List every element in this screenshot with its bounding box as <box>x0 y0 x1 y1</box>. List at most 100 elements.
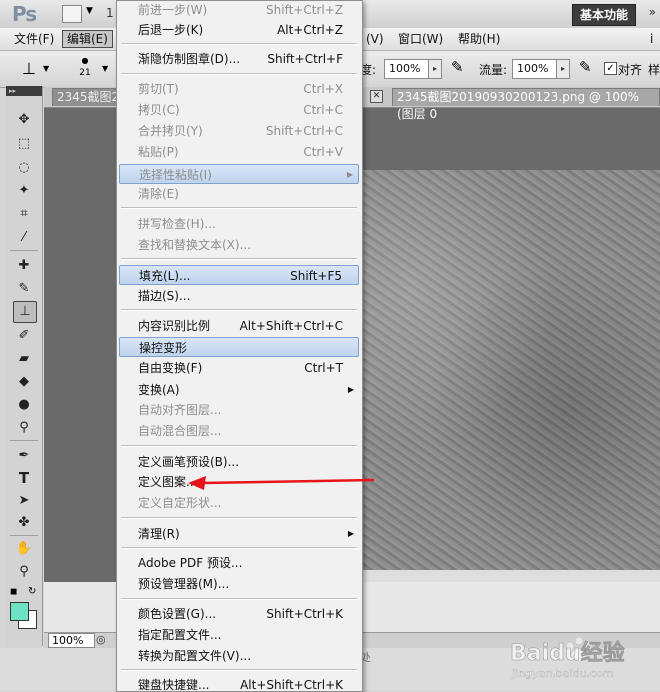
document-info-icon[interactable]: ◎ <box>96 633 106 646</box>
menu-separator <box>121 598 357 600</box>
workspace-switcher-button[interactable]: 基本功能 <box>571 4 636 26</box>
workspace-more-button[interactable]: » <box>649 5 656 19</box>
foreground-color-swatch[interactable] <box>10 602 29 621</box>
menu-item-label: 键盘快捷键... <box>138 678 210 690</box>
menu-item-auto-blend-layers[interactable]: 自动混合图层... <box>119 421 359 441</box>
menu-item-shortcut: Shift+Ctrl+C <box>265 124 343 138</box>
menu-item-puppet-warp[interactable]: 操控变形 <box>119 337 359 357</box>
menu-item-cut[interactable]: 剪切(T) Ctrl+X <box>119 79 359 99</box>
airbrush-pressure-icon[interactable]: ✎ <box>451 58 464 76</box>
blur-tool-icon[interactable]: ● <box>13 395 35 415</box>
menu-help[interactable]: 帮助(H) <box>454 31 504 47</box>
hand-tool-icon[interactable]: ✋ <box>13 539 35 559</box>
custom-shape-tool-icon[interactable]: ✤ <box>13 513 35 533</box>
menu-window[interactable]: 窗口(W) <box>394 31 447 47</box>
menu-item-convert-to-profile[interactable]: 转换为配置文件(V)... <box>119 646 359 666</box>
menu-item-label: 变换(A) <box>138 383 180 397</box>
path-selection-tool-icon[interactable]: ➤ <box>13 491 35 511</box>
pen-tool-icon[interactable]: ✒ <box>13 446 35 466</box>
dodge-tool-icon[interactable]: ⚲ <box>13 418 35 438</box>
chevron-down-icon[interactable]: ▼ <box>86 6 93 16</box>
sample-label: 样 <box>648 63 660 77</box>
clone-stamp-tool-preset-icon[interactable]: ⊥ <box>16 56 42 82</box>
clone-stamp-tool-icon[interactable]: ⊥ <box>13 301 37 323</box>
menu-item-paste-special[interactable]: 选择性粘贴(I) ▶ <box>119 164 359 184</box>
menu-item-label: 预设管理器(M)... <box>138 577 230 591</box>
menu-item-label: 转换为配置文件(V)... <box>138 649 252 663</box>
arrow-head <box>188 476 206 490</box>
menu-item-transform[interactable]: 变换(A) ▶ <box>119 380 359 400</box>
toolbox-collapse-handle[interactable]: ▸▸ <box>6 86 42 96</box>
menu-item-stroke[interactable]: 描边(S)... <box>119 286 359 306</box>
menu-item-copy-merged[interactable]: 合并拷贝(Y) Shift+Ctrl+C <box>119 121 359 141</box>
stone-texture-canvas[interactable] <box>350 170 660 570</box>
lasso-tool-icon[interactable]: ◌ <box>13 158 35 178</box>
flow-slider-button[interactable]: ▸ <box>556 59 570 79</box>
history-brush-tool-icon[interactable]: ✐ <box>13 326 35 346</box>
eyedropper-tool-icon[interactable]: ⁄ <box>13 228 35 248</box>
menu-item-check-spelling[interactable]: 拼写检查(H)... <box>119 214 359 234</box>
marquee-tool-icon[interactable]: ⬚ <box>13 134 35 154</box>
menu-edit[interactable]: 编辑(E) <box>62 30 113 48</box>
menu-view[interactable]: (V) <box>362 31 388 47</box>
type-tool-icon[interactable]: T <box>13 468 35 488</box>
chevron-down-icon[interactable]: ▼ <box>102 64 108 73</box>
brush-tip-icon: ● <box>81 56 89 65</box>
menu-item-preset-manager[interactable]: 预设管理器(M)... <box>119 574 359 594</box>
menu-item-step-backward[interactable]: 后退一步(K) Alt+Ctrl+Z <box>119 20 359 40</box>
menu-overflow[interactable]: i <box>646 31 657 47</box>
move-tool-icon[interactable]: ✥ <box>13 110 35 130</box>
menu-item-fill[interactable]: 填充(L)... Shift+F5 <box>119 265 359 285</box>
menu-separator <box>121 517 357 519</box>
paint-bucket-tool-icon[interactable]: ◆ <box>13 372 35 392</box>
opacity-slider-button[interactable]: ▸ <box>428 59 442 79</box>
flow-input[interactable]: 100% <box>512 59 558 79</box>
menu-item-paste[interactable]: 粘贴(P) Ctrl+V <box>119 142 359 162</box>
menu-item-content-aware-scale[interactable]: 内容识别比例 Alt+Shift+Ctrl+C <box>119 316 359 336</box>
menu-file[interactable]: 文件(F) <box>10 31 58 47</box>
swap-colors-icon[interactable]: ↻ <box>28 586 36 597</box>
menu-item-step-forward[interactable]: 前进一步(W) Shift+Ctrl+Z <box>119 0 359 20</box>
menu-item-label: 查找和替换文本(X)... <box>138 238 252 252</box>
close-icon[interactable]: ✕ <box>370 90 383 103</box>
arrow-shaft <box>201 478 375 485</box>
eraser-tool-icon[interactable]: ▰ <box>13 349 35 369</box>
menu-separator <box>121 258 357 260</box>
chevron-down-icon[interactable]: ▼ <box>43 64 49 73</box>
quick-selection-tool-icon[interactable]: ✦ <box>13 181 35 201</box>
brush-size-label: 21 <box>79 68 91 78</box>
brush-preset-picker[interactable]: ● 21 <box>70 55 100 83</box>
menu-item-auto-align-layers[interactable]: 自动对齐图层... <box>119 400 359 420</box>
menu-item-assign-profile[interactable]: 指定配置文件... <box>119 625 359 645</box>
document-tab-2[interactable]: 2345截图20190930200123.png @ 100% (图层 0 <box>392 88 660 121</box>
opacity-input[interactable]: 100% <box>384 59 430 79</box>
menu-item-clear[interactable]: 清除(E) <box>119 184 359 204</box>
baidu-jingyan-watermark: Baidu经验 jingyan.baidu.com <box>510 636 625 680</box>
menu-item-free-transform[interactable]: 自由变换(F) Ctrl+T <box>119 358 359 378</box>
aligned-label: 对齐 <box>618 63 643 77</box>
toolbox-divider <box>10 440 38 441</box>
canvas-edge <box>350 570 660 582</box>
zoom-level-icon[interactable]: 1 <box>106 6 114 20</box>
menu-item-shortcut: Ctrl+V <box>303 145 343 159</box>
zoom-tool-icon[interactable]: ⚲ <box>13 562 35 582</box>
airbrush-icon[interactable]: ✎ <box>579 58 592 76</box>
menu-separator <box>121 309 357 311</box>
healing-brush-tool-icon[interactable]: ✚ <box>13 256 35 276</box>
menu-item-purge[interactable]: 清理(R) ▶ <box>119 524 359 544</box>
zoom-level-field[interactable]: 100% <box>48 633 95 648</box>
menu-item-color-settings[interactable]: 颜色设置(G)... Shift+Ctrl+K <box>119 604 359 624</box>
menu-item-define-brush[interactable]: 定义画笔预设(B)... <box>119 452 359 472</box>
menu-item-fade[interactable]: 渐隐仿制图章(D)... Shift+Ctrl+F <box>119 49 359 69</box>
bridge-icon[interactable] <box>62 5 82 23</box>
menu-item-copy[interactable]: 拷贝(C) Ctrl+C <box>119 100 359 120</box>
document-tab-1[interactable]: 2345截图2 <box>52 88 125 106</box>
brush-tool-icon[interactable]: ✎ <box>13 279 35 299</box>
menu-item-keyboard-shortcuts[interactable]: 键盘快捷键... Alt+Shift+Ctrl+K <box>119 675 359 690</box>
submenu-arrow-icon: ▶ <box>346 170 353 179</box>
menu-item-pdf-presets[interactable]: Adobe PDF 预设... <box>119 553 359 573</box>
default-colors-icon[interactable]: ◼ <box>10 587 17 597</box>
aligned-checkbox[interactable]: ✓ <box>604 62 617 75</box>
menu-item-find-replace[interactable]: 查找和替换文本(X)... <box>119 235 359 255</box>
crop-tool-icon[interactable]: ⌗ <box>13 204 35 224</box>
